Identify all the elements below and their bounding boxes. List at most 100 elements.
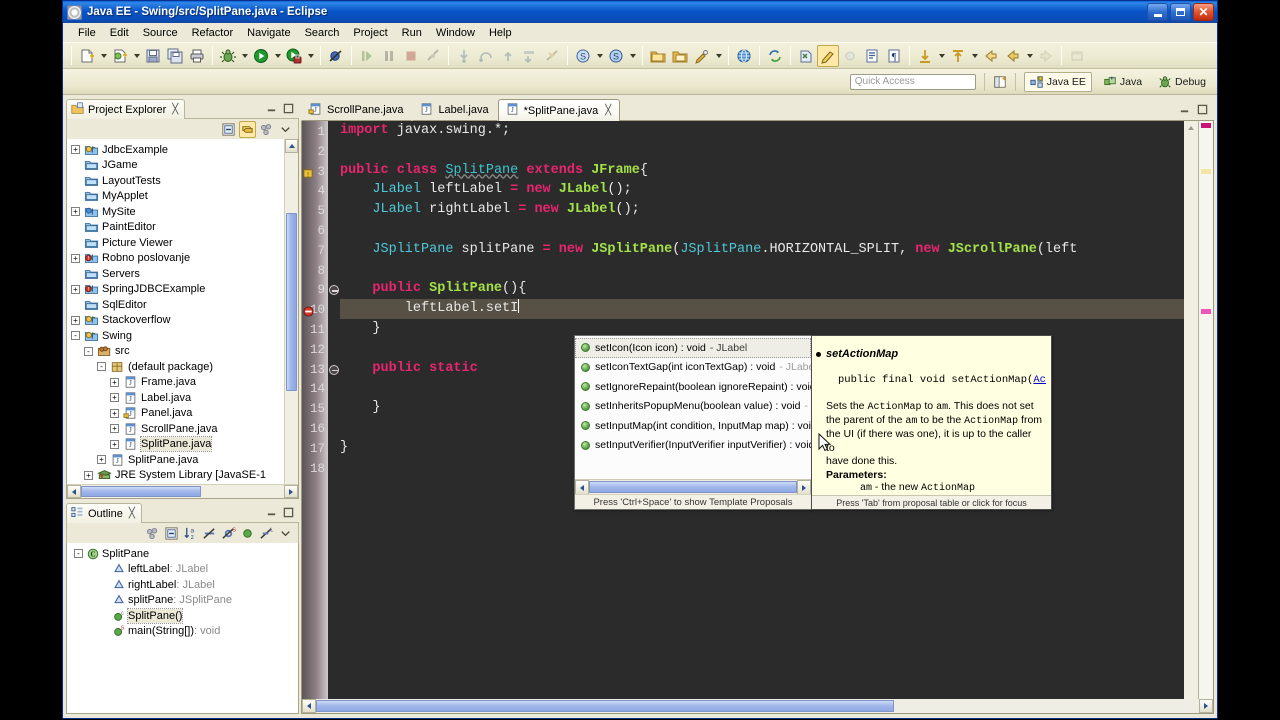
tree-item[interactable]: + J Panel.java [70, 406, 298, 422]
expand-icon[interactable]: + [109, 408, 120, 419]
previous-annotation-dropdown[interactable] [969, 45, 980, 67]
tree-item[interactable]: + J SplitPane.java [70, 452, 298, 468]
new-java-class-icon[interactable] [109, 45, 131, 67]
open-task-icon[interactable]: S [605, 45, 627, 67]
proposal-list[interactable]: setIcon(Icon icon) : void - JLabel setIcon… [575, 336, 811, 479]
scroll-thumb[interactable] [589, 481, 797, 493]
skip-breakpoints-icon[interactable] [325, 45, 347, 67]
proposal-item[interactable]: setInputMap(int condition, InputMap map)… [575, 416, 811, 436]
open-type-icon[interactable]: S [572, 45, 594, 67]
proposal-item[interactable]: setInheritsPopupMenu(boolean value) : vo… [575, 397, 811, 417]
scroll-up-arrow[interactable] [1184, 121, 1198, 135]
proposal-item[interactable]: setIgnoreRepaint(boolean ignoreRepaint) … [575, 377, 811, 397]
run-external-tools-icon[interactable] [283, 45, 305, 67]
collapse-icon[interactable]: - [73, 548, 84, 559]
save-icon[interactable] [142, 45, 164, 67]
proposal-item[interactable]: setIcon(Icon icon) : void - JLabel [575, 338, 811, 358]
tree-item[interactable]: - (default package) [70, 359, 298, 375]
open-type-dropdown[interactable] [594, 45, 605, 67]
menu-project[interactable]: Project [346, 25, 394, 41]
expand-icon[interactable]: + [109, 377, 120, 388]
scroll-thumb[interactable] [286, 213, 297, 391]
new-java-project-icon[interactable] [647, 45, 669, 67]
view-menu-icon[interactable] [277, 525, 294, 542]
view-menu-focus-icon[interactable] [258, 121, 275, 138]
tree-item[interactable]: + J ScrollPane.java [70, 421, 298, 437]
proposal-item[interactable]: setIconTextGap(int iconTextGap) : void - … [575, 358, 811, 378]
project-explorer-hscrollbar[interactable] [67, 484, 298, 498]
scroll-thumb[interactable] [81, 486, 201, 497]
tree-item[interactable]: + Stackoverflow [70, 313, 298, 329]
tree-item[interactable]: LayoutTests [70, 173, 298, 189]
scroll-left-arrow[interactable] [575, 480, 589, 495]
tree-item[interactable]: + J SplitPane.java [70, 436, 298, 453]
next-annotation-dropdown[interactable] [936, 45, 947, 67]
close-icon[interactable]: ╳ [605, 105, 611, 116]
sort-icon[interactable]: az [182, 525, 199, 542]
javadoc-type-link[interactable]: Ac [1033, 374, 1046, 386]
view-menu-icon[interactable] [277, 121, 294, 138]
tree-item[interactable]: + J Frame.java [70, 375, 298, 391]
show-formatting-icon[interactable]: ¶ [883, 45, 905, 67]
outline-tree[interactable]: - C SplitPane leftLabel : JLabel rightLabel … [67, 543, 298, 639]
menu-file[interactable]: File [71, 25, 103, 41]
annotation-ruler[interactable]: ! [302, 121, 315, 699]
perspective-java[interactable]: Java [1098, 73, 1147, 91]
menu-search[interactable]: Search [298, 25, 347, 41]
next-annotation-icon[interactable] [914, 45, 936, 67]
maximize-icon[interactable] [283, 103, 294, 114]
menu-refactor[interactable]: Refactor [185, 25, 241, 41]
scroll-up-arrow[interactable] [285, 139, 298, 153]
search-dropdown[interactable] [713, 45, 724, 67]
collapse-all-icon[interactable] [163, 525, 180, 542]
tree-item[interactable]: +! SpringJDBCExample [70, 282, 298, 298]
proposal-hscrollbar[interactable] [575, 479, 811, 495]
close-button[interactable]: ✕ [1193, 3, 1214, 21]
folding-ruler[interactable] [328, 121, 340, 699]
forward-icon[interactable] [1002, 45, 1024, 67]
scroll-left-arrow[interactable] [302, 699, 316, 713]
show-whitespace-icon[interactable] [861, 45, 883, 67]
menu-navigate[interactable]: Navigate [240, 25, 297, 41]
hide-local-types-icon[interactable]: L [258, 525, 275, 542]
hide-static-icon[interactable]: S [220, 525, 237, 542]
tree-item[interactable]: - src [70, 344, 298, 360]
overview-ruler[interactable] [1198, 121, 1213, 699]
scroll-left-arrow[interactable] [67, 485, 81, 498]
outline-item[interactable]: - C SplitPane [70, 546, 298, 562]
outline-item[interactable]: c SplitPane() [70, 607, 298, 624]
fold-collapse-icon[interactable] [329, 364, 339, 375]
outline-item[interactable]: rightLabel : JLabel [70, 577, 298, 593]
expand-icon[interactable]: + [83, 470, 94, 481]
perspective-debug[interactable]: Debug [1153, 73, 1211, 91]
previous-annotation-icon[interactable] [947, 45, 969, 67]
scroll-right-arrow[interactable] [1199, 699, 1213, 713]
tree-item[interactable]: Picture Viewer [70, 235, 298, 251]
save-all-icon[interactable] [164, 45, 186, 67]
expand-icon[interactable]: + [70, 284, 81, 295]
scroll-track[interactable] [589, 480, 797, 494]
tree-item[interactable]: MyApplet [70, 189, 298, 205]
collapse-icon[interactable]: - [70, 330, 81, 341]
hide-fields-icon[interactable] [201, 525, 218, 542]
overview-marker[interactable] [1201, 309, 1211, 314]
editor-tab[interactable]: J *SplitPane.java ╳ [497, 99, 621, 121]
tab-outline[interactable]: Outline ╳ [66, 503, 142, 523]
outline-item[interactable]: Smain(String[]) : void [70, 624, 298, 640]
menu-source[interactable]: Source [136, 25, 185, 41]
debug-dropdown[interactable] [239, 45, 250, 67]
new-wizard-dropdown[interactable] [98, 45, 109, 67]
editor-hscrollbar[interactable] [302, 699, 1213, 713]
minimize-button[interactable] [1147, 3, 1168, 21]
run-icon[interactable] [250, 45, 272, 67]
expand-icon[interactable]: + [70, 253, 81, 264]
link-with-editor-icon[interactable] [239, 120, 256, 138]
menu-edit[interactable]: Edit [103, 25, 136, 41]
expand-icon[interactable]: + [109, 439, 120, 450]
expand-icon[interactable]: + [70, 315, 81, 326]
tree-item[interactable]: Servers [70, 266, 298, 282]
proposal-item[interactable]: setInputVerifier(InputVerifier inputVeri… [575, 436, 811, 456]
overview-marker[interactable] [1201, 169, 1211, 174]
collapse-icon[interactable]: - [96, 361, 107, 372]
expand-icon[interactable]: + [109, 392, 120, 403]
